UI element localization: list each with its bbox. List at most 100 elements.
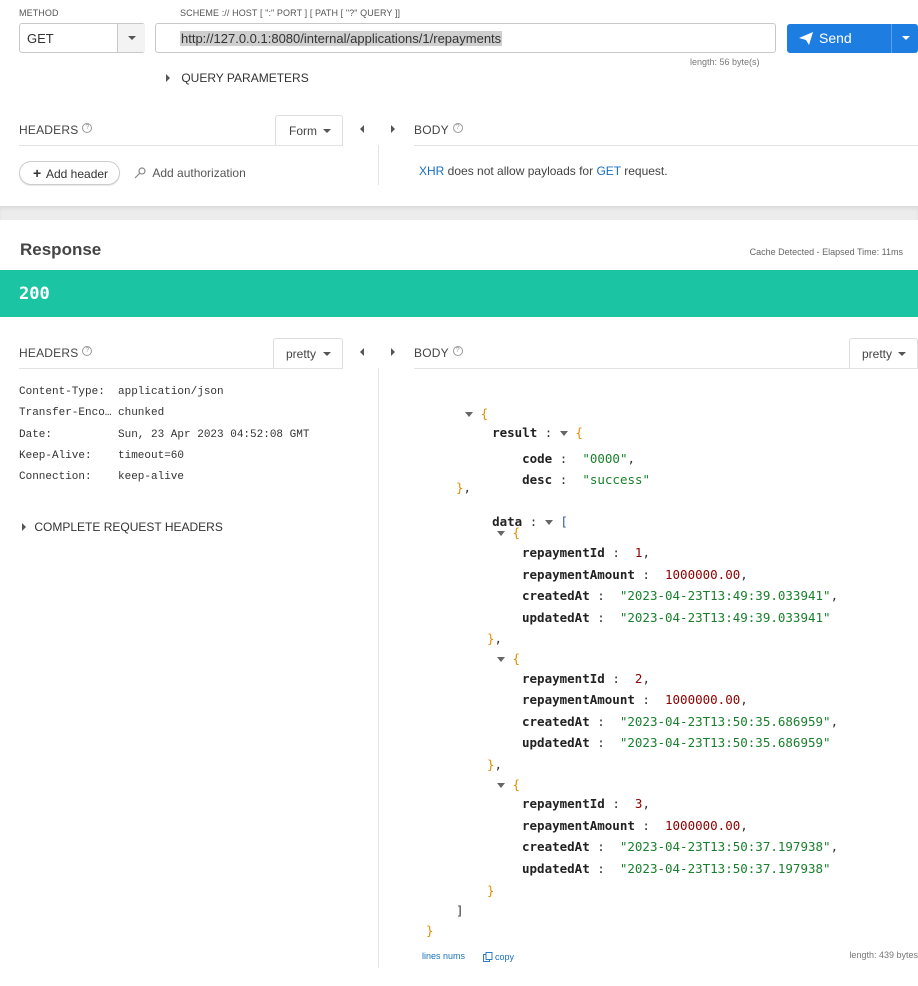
header-value: chunked	[118, 407, 165, 420]
caret-right-icon	[22, 522, 26, 531]
collapse-left-icon[interactable]	[360, 125, 364, 133]
collapse-toggle[interactable]	[497, 657, 505, 662]
header-row: Transfer-Enco… chunked	[19, 407, 309, 428]
brace: }	[487, 757, 495, 772]
status-bar: 200	[0, 270, 918, 317]
complete-request-headers-toggle[interactable]: COMPLETE REQUEST HEADERS	[22, 519, 223, 534]
help-icon[interactable]: ?	[82, 346, 93, 356]
headers-mode-select[interactable]: Form	[275, 115, 343, 145]
json-number: 1000000.00	[665, 692, 741, 707]
json-key: repaymentId	[522, 545, 605, 560]
send-dropdown-button[interactable]	[891, 24, 918, 53]
response-headers-list: Content-Type: application/json Transfer-E…	[19, 386, 309, 492]
collapse-right-icon[interactable]	[391, 348, 395, 356]
response-body-mode-select[interactable]: pretty	[849, 338, 918, 368]
json-key: createdAt	[522, 839, 590, 854]
status-code: 200	[19, 284, 50, 304]
brace: }	[487, 883, 495, 898]
cache-info: Cache Detected - Elapsed Time: 11ms	[749, 247, 903, 257]
collapse-toggle[interactable]	[497, 783, 505, 788]
query-parameters-toggle[interactable]: QUERY PARAMETERS	[166, 70, 309, 85]
json-string: "2023-04-23T13:50:37.197938"	[619, 861, 831, 876]
collapse-left-icon[interactable]	[360, 348, 364, 356]
send-label: Send	[819, 30, 852, 46]
header-row: Connection: keep-alive	[19, 471, 309, 492]
url-label: SCHEME :// HOST [ ":" PORT ] [ PATH [ "?…	[180, 8, 401, 18]
json-number: 1000000.00	[665, 567, 741, 582]
headers-mode-value: Form	[289, 124, 317, 138]
json-number: 2	[634, 671, 643, 686]
request-body-label: BODY	[414, 123, 449, 137]
collapse-toggle[interactable]	[497, 531, 505, 536]
method-dropdown-button[interactable]	[117, 24, 145, 52]
url-value: http://127.0.0.1:8080/internal/applicati…	[180, 31, 503, 46]
lines-nums-toggle[interactable]: lines nums	[422, 951, 465, 961]
help-icon[interactable]: ?	[452, 123, 463, 133]
collapse-toggle[interactable]	[544, 520, 553, 525]
send-button[interactable]: Send	[787, 24, 918, 53]
bracket: ]	[456, 903, 464, 918]
json-key: repaymentId	[522, 671, 605, 686]
response-headers-title: HEADERS?	[19, 346, 93, 360]
body-length: length: 439 bytes	[849, 950, 918, 960]
add-header-label: Add header	[46, 167, 109, 181]
json-key: repaymentId	[522, 796, 605, 811]
chevron-down-icon	[902, 36, 910, 40]
response-headers-mode-select[interactable]: pretty	[273, 338, 343, 368]
json-string: "2023-04-23T13:50:35.686959"	[619, 735, 831, 750]
body-note-text: does not allow payloads for	[444, 164, 597, 178]
collapse-right-icon[interactable]	[391, 125, 395, 133]
header-row: Date: Sun, 23 Apr 2023 04:52:08 GMT	[19, 429, 309, 450]
url-length: length: 56 byte(s)	[690, 57, 760, 67]
response-headers-label: HEADERS	[19, 346, 79, 360]
response-headers-mode-value: pretty	[286, 347, 317, 361]
header-value: keep-alive	[118, 471, 185, 484]
header-row: Keep-Alive: timeout=60	[19, 450, 309, 471]
copy-label: copy	[495, 951, 515, 962]
brace: }	[487, 631, 495, 646]
json-key: createdAt	[522, 588, 590, 603]
json-key: code	[522, 451, 553, 466]
divider	[19, 145, 343, 146]
xhr-link[interactable]: XHR	[419, 164, 444, 178]
method-select[interactable]: GET	[19, 23, 145, 53]
request-body-title: BODY?	[414, 123, 463, 137]
copy-button[interactable]: copy	[483, 951, 514, 962]
json-key: repaymentAmount	[522, 818, 635, 833]
help-icon[interactable]: ?	[452, 346, 463, 356]
help-icon[interactable]: ?	[82, 123, 93, 133]
response-body-mode-value: pretty	[862, 347, 893, 361]
collapse-toggle[interactable]	[465, 412, 474, 417]
chevron-down-icon	[128, 36, 136, 40]
request-headers-label: HEADERS	[19, 123, 79, 137]
get-link[interactable]: GET	[596, 164, 620, 178]
json-key: repaymentAmount	[522, 692, 635, 707]
json-string: "2023-04-23T13:50:35.686959"	[619, 714, 831, 729]
vertical-divider	[378, 368, 379, 968]
header-row: Content-Type: application/json	[19, 386, 309, 407]
section-separator	[0, 206, 918, 220]
brace: {	[575, 425, 583, 440]
json-number: 1000000.00	[665, 818, 741, 833]
copy-icon	[483, 951, 493, 962]
request-panel: METHOD GET SCHEME :// HOST [ ":" PORT ] …	[0, 0, 918, 206]
json-key: updatedAt	[522, 610, 590, 625]
json-string: "2023-04-23T13:49:39.033941"	[619, 588, 831, 603]
brace: {	[480, 406, 489, 421]
url-input[interactable]: http://127.0.0.1:8080/internal/applicati…	[155, 23, 776, 53]
json-key: desc	[522, 472, 553, 487]
json-number: 3	[634, 796, 643, 811]
header-value: Sun, 23 Apr 2023 04:52:08 GMT	[118, 428, 310, 441]
response-body-label: BODY	[414, 346, 449, 360]
add-header-button[interactable]: + Add header	[19, 161, 120, 185]
collapse-toggle[interactable]	[559, 431, 568, 436]
header-value: application/json	[118, 386, 224, 398]
json-key: result	[492, 425, 538, 440]
json-key: repaymentAmount	[522, 567, 635, 582]
header-name: Keep-Alive:	[19, 449, 92, 462]
key-icon	[134, 167, 146, 179]
add-authorization-link[interactable]: Add authorization	[134, 165, 246, 180]
method-value: GET	[27, 31, 54, 46]
send-icon	[799, 32, 813, 45]
bracket: [	[560, 514, 568, 529]
